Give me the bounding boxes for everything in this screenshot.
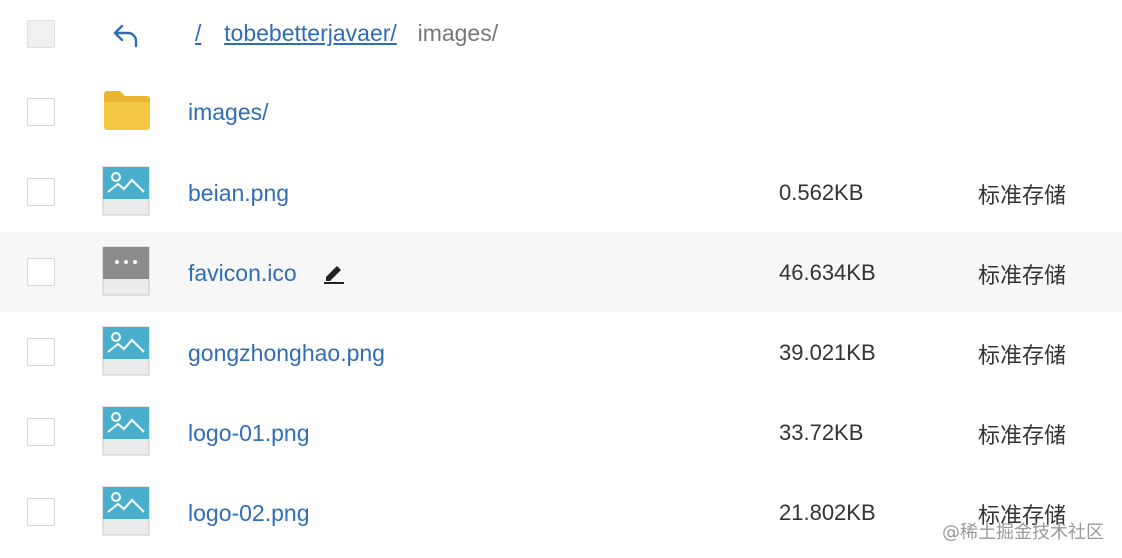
storage-class: 标准存储 bbox=[978, 184, 1067, 209]
file-name[interactable]: favicon.ico bbox=[188, 260, 297, 287]
file-size: 33.72KB bbox=[779, 420, 864, 445]
row-checkbox[interactable] bbox=[27, 258, 55, 286]
file-row[interactable]: logo-01.png 33.72KB 标准存储 bbox=[0, 392, 1122, 472]
folder-icon bbox=[104, 91, 150, 130]
file-size: 21.802KB bbox=[779, 500, 876, 525]
watermark: @稀土掘金技术社区 bbox=[942, 522, 1104, 543]
select-all-checkbox[interactable] bbox=[27, 20, 55, 48]
image-file-icon bbox=[102, 486, 150, 536]
image-file-icon bbox=[102, 326, 150, 376]
image-file-icon bbox=[102, 406, 150, 456]
edit-pencil-icon[interactable] bbox=[322, 262, 346, 284]
back-arrow-icon[interactable] bbox=[112, 22, 140, 48]
generic-file-icon bbox=[102, 246, 150, 296]
file-row[interactable]: favicon.ico 46.634KB 标准存储 bbox=[0, 232, 1122, 312]
storage-class: 标准存储 bbox=[978, 264, 1067, 289]
breadcrumb-current: images/ bbox=[417, 20, 499, 46]
file-row[interactable]: gongzhonghao.png 39.021KB 标准存储 bbox=[0, 312, 1122, 392]
breadcrumb-root[interactable]: / bbox=[195, 20, 201, 46]
breadcrumb: / tobebetterjavaer/ images/ bbox=[195, 20, 498, 47]
file-size: 46.634KB bbox=[779, 260, 876, 285]
folder-name[interactable]: images/ bbox=[188, 99, 269, 126]
row-checkbox[interactable] bbox=[27, 338, 55, 366]
file-name[interactable]: gongzhonghao.png bbox=[188, 340, 385, 367]
folder-row[interactable]: images/ bbox=[0, 72, 1122, 152]
file-size: 39.021KB bbox=[779, 340, 876, 365]
image-file-icon bbox=[102, 166, 150, 216]
storage-class: 标准存储 bbox=[978, 424, 1067, 449]
file-name[interactable]: beian.png bbox=[188, 180, 289, 207]
row-checkbox[interactable] bbox=[27, 418, 55, 446]
storage-class: 标准存储 bbox=[978, 344, 1067, 369]
file-row[interactable]: beian.png 0.562KB 标准存储 bbox=[0, 152, 1122, 232]
file-name[interactable]: logo-02.png bbox=[188, 500, 310, 527]
row-checkbox[interactable] bbox=[27, 498, 55, 526]
file-size: 0.562KB bbox=[779, 180, 864, 205]
file-name[interactable]: logo-01.png bbox=[188, 420, 310, 447]
row-checkbox[interactable] bbox=[27, 178, 55, 206]
breadcrumb-row: / tobebetterjavaer/ images/ bbox=[0, 0, 1122, 80]
row-checkbox[interactable] bbox=[27, 98, 55, 126]
breadcrumb-bucket[interactable]: tobebetterjavaer/ bbox=[224, 20, 397, 46]
